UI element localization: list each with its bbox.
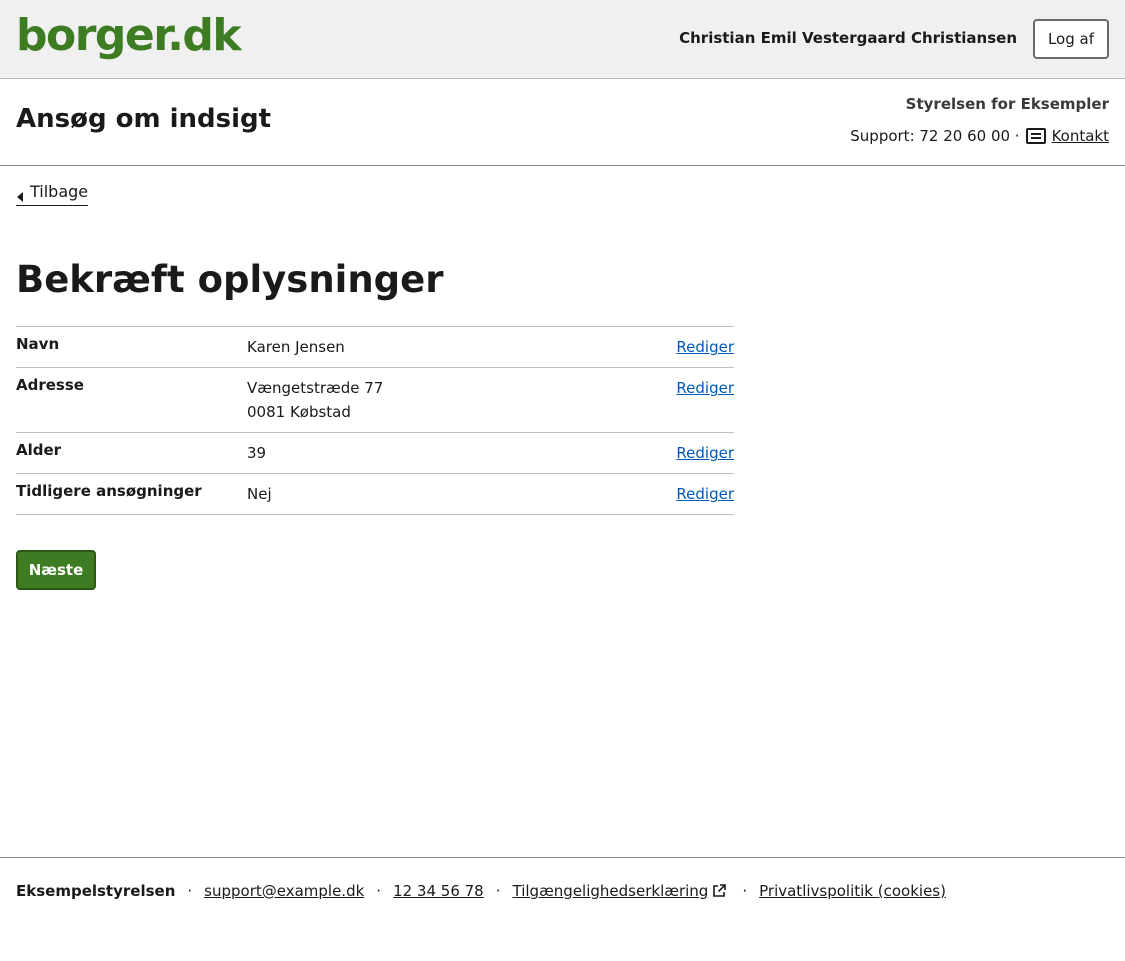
footer-email-link[interactable]: support@example.dk	[204, 882, 364, 900]
summary-value: Karen Jensen	[247, 335, 734, 359]
site-footer: Eksempelstyrelsen · support@example.dk ·…	[0, 857, 1125, 961]
user-name: Christian Emil Vestergaard Christiansen	[679, 29, 1017, 47]
site-header: borger.dk Christian Emil Vestergaard Chr…	[0, 0, 1125, 79]
page-title: Bekræft oplysninger	[16, 258, 444, 301]
summary-row-name: Navn Karen Jensen Rediger	[16, 327, 734, 368]
edit-address-link[interactable]: Rediger	[676, 376, 734, 400]
summary-value-line: Karen Jensen	[247, 338, 345, 356]
footer-org-name: Eksempelstyrelsen	[16, 882, 176, 900]
summary-value: Nej	[247, 482, 734, 506]
edit-previous-applications-link[interactable]: Rediger	[676, 482, 734, 506]
footer-separator: ·	[742, 882, 748, 900]
next-button[interactable]: Næste	[16, 550, 96, 590]
borger-dk-logo[interactable]: borger.dk	[16, 8, 242, 64]
summary-label: Adresse	[16, 376, 84, 394]
summary-value-line: 39	[247, 444, 267, 462]
message-icon	[1025, 128, 1046, 144]
summary-value-line: Vængetstræde 77	[247, 379, 384, 397]
footer-phone-link[interactable]: 12 34 56 78	[393, 882, 484, 900]
edit-age-link[interactable]: Rediger	[676, 441, 734, 465]
caret-left-icon	[16, 187, 24, 202]
authority-name: Styrelsen for Eksempler	[905, 95, 1109, 113]
footer-separator: ·	[376, 882, 382, 900]
summary-value-line: 0081 Købstad	[247, 403, 351, 421]
support-text: Support: 72 20 60 00 ·	[850, 127, 1020, 145]
contact-link[interactable]: Kontakt	[1052, 127, 1109, 145]
logout-button[interactable]: Log af	[1033, 19, 1109, 59]
back-label: Tilbage	[30, 182, 89, 201]
summary-row-age: Alder 39 Rediger	[16, 433, 734, 474]
footer-separator: ·	[187, 882, 193, 900]
summary-value: Vængetstræde 77 0081 Købstad	[247, 376, 734, 424]
service-title: Ansøg om indsigt	[16, 104, 272, 134]
summary-row-address: Adresse Vængetstræde 77 0081 Købstad Red…	[16, 368, 734, 433]
footer-privacy-link[interactable]: Privatlivspolitik (cookies)	[759, 882, 946, 900]
back-link[interactable]: Tilbage	[16, 182, 89, 206]
footer-links: Eksempelstyrelsen · support@example.dk ·…	[16, 882, 946, 900]
summary-label: Navn	[16, 335, 60, 353]
support-line: Support: 72 20 60 00 · Kontakt	[850, 127, 1109, 145]
service-header: Ansøg om indsigt Styrelsen for Eksempler…	[0, 79, 1125, 166]
footer-accessibility-link[interactable]: Tilgængelighedserklæring	[513, 882, 709, 900]
summary-row-previous-applications: Tidligere ansøgninger Nej Rediger	[16, 474, 734, 515]
summary-label: Tidligere ansøgninger	[16, 482, 202, 500]
summary-value: 39	[247, 441, 734, 465]
summary-value-line: Nej	[247, 485, 272, 503]
external-link-icon	[712, 884, 727, 898]
footer-separator: ·	[495, 882, 501, 900]
summary-label: Alder	[16, 441, 62, 459]
summary-list: Navn Karen Jensen Rediger Adresse Vænget…	[16, 326, 734, 515]
edit-name-link[interactable]: Rediger	[676, 335, 734, 359]
